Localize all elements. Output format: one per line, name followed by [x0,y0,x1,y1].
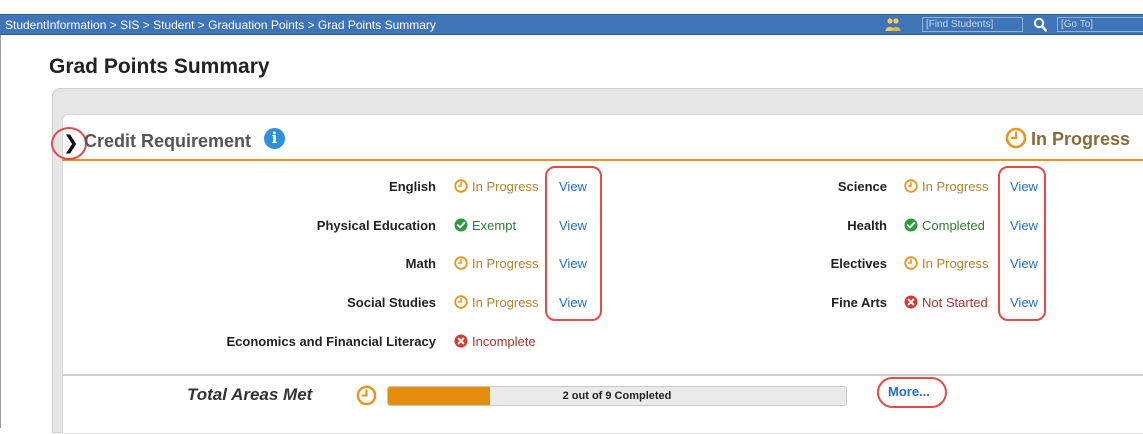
status-text: Incomplete [472,334,536,349]
requirement-label: Health [847,218,887,233]
x-circle-icon [904,295,918,309]
clock-icon [454,256,468,270]
requirement-status: Incomplete [454,334,574,350]
clock-icon [904,179,918,193]
section-title: Credit Requirement [84,131,252,151]
window-left-border [0,35,1,428]
go-to-input[interactable] [1057,17,1143,32]
view-column-highlight-left [545,166,602,321]
info-icon[interactable]: i [264,128,285,149]
expand-highlight [51,127,87,160]
clock-icon [1005,127,1027,149]
status-text: Exempt [472,218,517,233]
status-text: In Progress [472,256,539,271]
progress-text: 2 out of 9 Completed [562,390,672,402]
section-status: In Progress [1031,129,1131,149]
search-icon[interactable] [1033,17,1047,32]
requirement-label: Science [837,179,887,194]
progress-bar: 2 out of 9 Completed [387,386,847,406]
status-text: In Progress [922,179,989,194]
check-circle-icon [454,218,468,232]
total-areas-met-label: Total Areas Met [187,385,313,404]
requirement-label: Math [405,256,436,271]
students-icon[interactable] [885,17,901,32]
breadcrumb[interactable]: StudentInformation > SIS > Student > Gra… [5,18,436,32]
requirement-label: Electives [830,256,887,271]
clock-icon [454,179,468,193]
x-circle-icon [454,334,468,348]
clock-icon [454,295,468,309]
status-text: In Progress [472,179,539,194]
clock-icon [356,385,377,406]
requirement-label: English [389,179,436,194]
status-text: In Progress [922,256,989,271]
top-navigation-bar: StudentInformation > SIS > Student > Gra… [0,14,1143,35]
page-title: Grad Points Summary [49,55,270,78]
clock-icon [904,256,918,270]
find-students-input[interactable] [922,17,1023,32]
requirement-label: Economics and Financial Literacy [226,334,436,349]
status-text: Not Started [922,295,988,310]
more-highlight [877,377,947,408]
status-text: Completed [922,218,985,233]
requirement-label: Fine Arts [831,295,887,310]
divider [62,374,1143,376]
check-circle-icon [904,218,918,232]
view-column-highlight-right [998,166,1046,321]
requirement-label: Physical Education [316,218,436,233]
requirement-label: Social Studies [347,295,436,310]
status-text: In Progress [472,295,539,310]
